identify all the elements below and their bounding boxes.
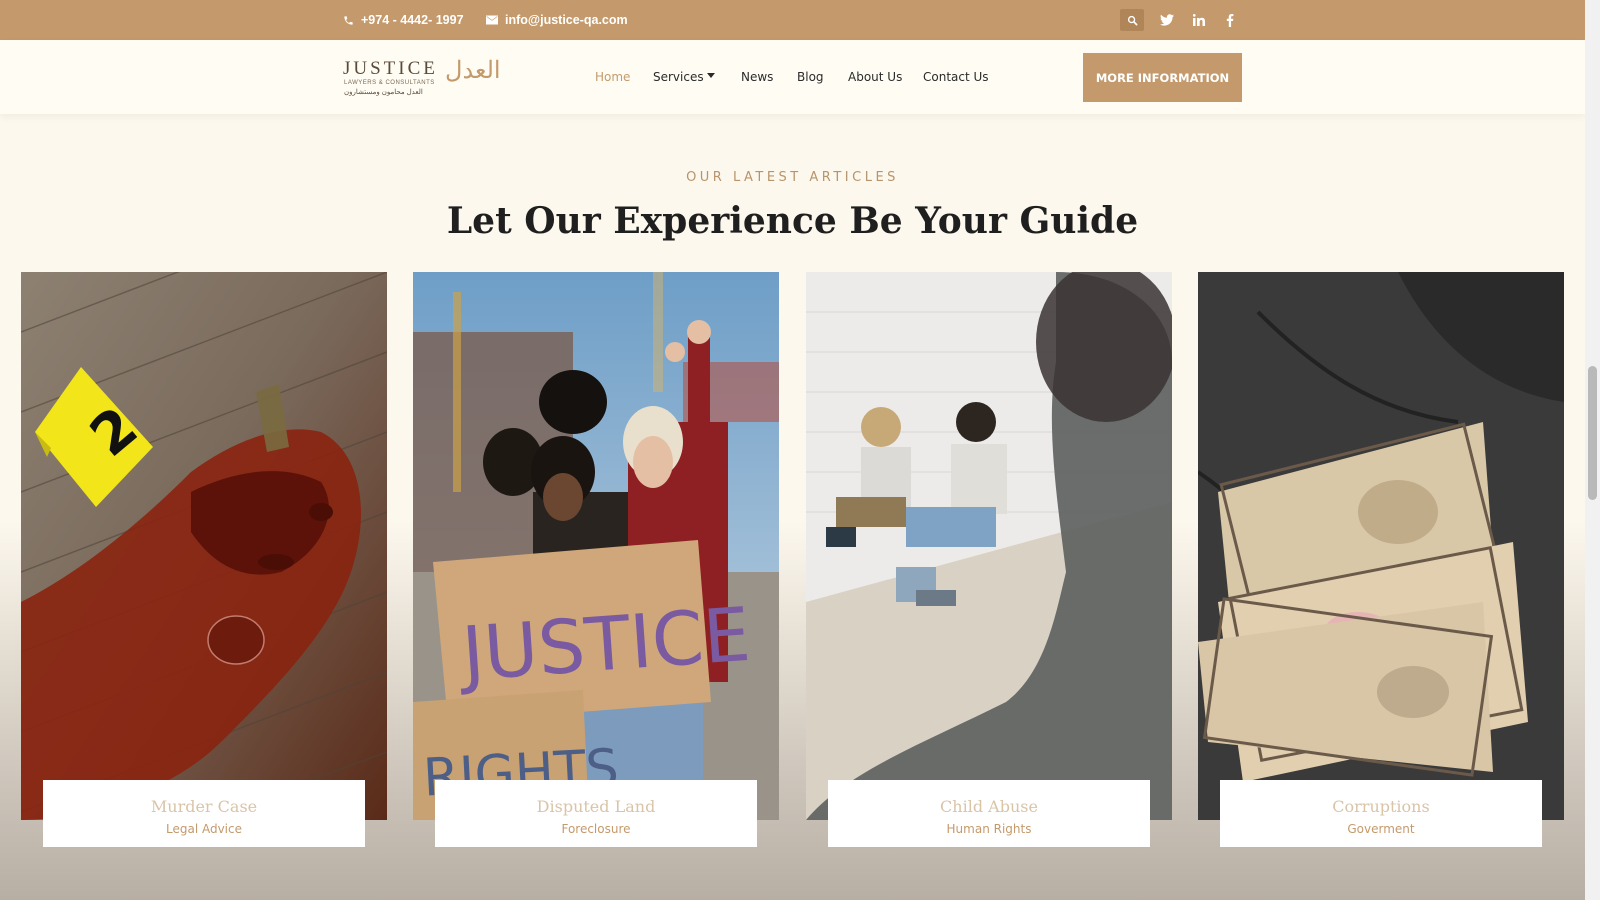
article-category[interactable]: Foreclosure (435, 822, 757, 836)
article-card[interactable]: Child Abuse Human Rights (806, 272, 1172, 847)
phone-icon (344, 15, 353, 25)
logo-tagline-en: LAWYERS & CONSULTANTS (344, 80, 435, 86)
nav-news[interactable]: News (741, 40, 773, 114)
nav-contact-us[interactable]: Contact Us (923, 40, 989, 114)
children-photo[interactable] (806, 272, 1172, 820)
article-category[interactable]: Legal Advice (43, 822, 365, 836)
article-category[interactable]: Goverment (1220, 822, 1542, 836)
caret-down-icon (706, 72, 715, 78)
article-title[interactable]: Murder Case (43, 797, 365, 816)
article-card[interactable]: 2 Murder Case Legal Advice (21, 272, 387, 847)
facebook-link[interactable] (1218, 0, 1242, 40)
search-icon (1127, 15, 1137, 25)
logo-tagline-ar: العدل محامون ومستشارون (344, 89, 423, 96)
article-card[interactable]: JUSTICE RIGHTS Disputed Land Foreclosure (413, 272, 779, 847)
section-eyebrow: OUR LATEST ARTICLES (686, 170, 899, 185)
article-title[interactable]: Corruptions (1220, 797, 1542, 816)
twitter-icon (1160, 14, 1174, 26)
article-caption: Child Abuse Human Rights (828, 780, 1150, 847)
linkedin-link[interactable] (1187, 0, 1211, 40)
email-contact[interactable]: info@justice-qa.com (486, 0, 628, 40)
section-heading: Let Our Experience Be Your Guide (446, 200, 1139, 242)
facebook-icon (1226, 13, 1234, 27)
article-title[interactable]: Child Abuse (828, 797, 1150, 816)
crime-scene-photo[interactable]: 2 (21, 272, 387, 820)
site-logo[interactable]: JUSTICE LAWYERS & CONSULTANTS العدل العد… (343, 56, 501, 96)
protest-photo[interactable]: JUSTICE RIGHTS (413, 272, 779, 820)
article-caption: Murder Case Legal Advice (43, 780, 365, 847)
logo-name-ar: العدل (445, 56, 501, 84)
linkedin-icon (1193, 14, 1205, 26)
twitter-link[interactable] (1155, 0, 1179, 40)
main-navbar: JUSTICE LAWYERS & CONSULTANTS العدل العد… (0, 40, 1585, 114)
nav-services-label: Services (653, 70, 704, 84)
nav-home[interactable]: Home (595, 40, 630, 114)
top-bar: +974 - 4442- 1997 info@justice-qa.com (0, 0, 1585, 40)
scrollbar-thumb[interactable] (1588, 366, 1597, 500)
article-caption: Corruptions Goverment (1220, 780, 1542, 847)
article-caption: Disputed Land Foreclosure (435, 780, 757, 847)
email-address: info@justice-qa.com (505, 13, 628, 27)
more-information-button[interactable]: MORE INFORMATION (1083, 53, 1242, 102)
article-category[interactable]: Human Rights (828, 822, 1150, 836)
nav-about-us[interactable]: About Us (848, 40, 902, 114)
search-button[interactable] (1120, 9, 1144, 31)
article-title[interactable]: Disputed Land (435, 797, 757, 816)
page-scrollbar[interactable] (1585, 0, 1600, 900)
logo-name-en: JUSTICE (343, 58, 438, 79)
phone-contact[interactable]: +974 - 4442- 1997 (343, 0, 464, 40)
nav-blog[interactable]: Blog (797, 40, 824, 114)
mail-icon (486, 15, 498, 25)
article-card[interactable]: Corruptions Goverment (1198, 272, 1564, 847)
nav-services[interactable]: Services (653, 40, 715, 114)
money-photo[interactable] (1198, 272, 1564, 820)
phone-number: +974 - 4442- 1997 (361, 13, 464, 27)
